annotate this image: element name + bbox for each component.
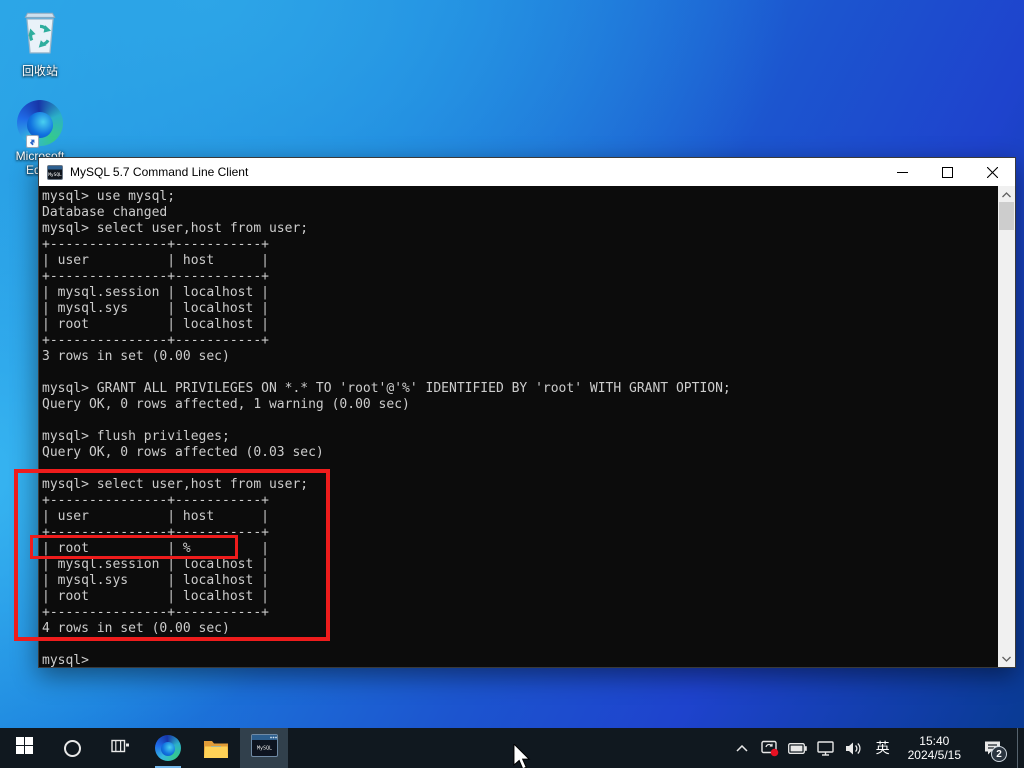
recycle-bin-label: 回收站	[8, 64, 72, 78]
close-button[interactable]	[970, 158, 1015, 186]
clock-time: 15:40	[908, 734, 961, 748]
battery-icon[interactable]	[788, 728, 808, 768]
taskbar-edge-button[interactable]	[144, 728, 192, 768]
system-tray: 英 15:40 2024/5/15 2	[732, 728, 1024, 768]
tray-expand-button[interactable]	[732, 728, 752, 768]
window-title: MySQL 5.7 Command Line Client	[70, 165, 880, 179]
taskbar-mysql-console-button[interactable]: MySQL	[240, 728, 288, 768]
windows-logo-icon	[16, 737, 33, 759]
clock-date: 2024/5/15	[908, 748, 961, 762]
svg-text:MySQL: MySQL	[48, 172, 62, 178]
taskbar-file-explorer-button[interactable]	[192, 728, 240, 768]
annotation-box-root-percent-row	[30, 535, 238, 559]
update-status-icon[interactable]	[760, 728, 780, 768]
network-icon[interactable]	[816, 728, 836, 768]
window-titlebar[interactable]: MySQL MySQL 5.7 Command Line Client	[39, 158, 1015, 186]
ime-language-indicator[interactable]: 英	[872, 738, 894, 758]
action-center-button[interactable]: 2	[975, 728, 1009, 768]
start-button[interactable]	[0, 728, 48, 768]
desktop-icon-recycle-bin[interactable]: 回收站	[8, 8, 72, 78]
task-view-button[interactable]	[96, 728, 144, 768]
search-button[interactable]	[48, 728, 96, 768]
file-explorer-icon	[203, 738, 229, 759]
task-view-icon	[111, 738, 130, 759]
search-icon	[64, 740, 81, 757]
recycle-bin-icon	[18, 43, 62, 60]
edge-icon	[17, 100, 63, 146]
mouse-cursor	[513, 744, 531, 768]
taskbar: MySQL	[0, 728, 1024, 768]
maximize-button[interactable]	[925, 158, 970, 186]
svg-text:MySQL: MySQL	[256, 746, 271, 752]
scrollbar-thumb[interactable]	[999, 202, 1014, 230]
notification-count-badge: 2	[991, 746, 1007, 762]
edge-taskbar-icon	[155, 735, 181, 761]
scroll-down-icon[interactable]	[998, 650, 1015, 667]
shortcut-arrow-icon	[26, 135, 39, 148]
show-desktop-button[interactable]	[1017, 728, 1022, 768]
mysql-console-icon: MySQL	[47, 165, 63, 180]
scroll-up-icon[interactable]	[998, 186, 1015, 203]
scrollbar[interactable]	[998, 186, 1015, 667]
mysql-console-taskbar-icon: MySQL	[251, 734, 278, 762]
minimize-button[interactable]	[880, 158, 925, 186]
taskbar-clock[interactable]: 15:40 2024/5/15	[902, 734, 967, 762]
volume-icon[interactable]	[844, 728, 864, 768]
